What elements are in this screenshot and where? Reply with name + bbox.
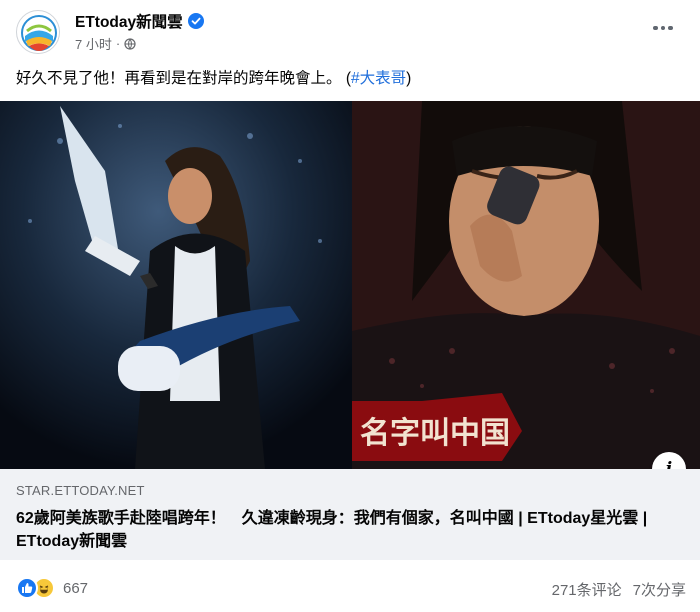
link-domain: STAR.ETTODAY.NET: [16, 483, 145, 498]
more-options-icon[interactable]: [645, 14, 681, 42]
meta-separator: ·: [115, 36, 121, 51]
link-title[interactable]: 62歲阿美族歌手赴陸唱跨年！ 久違凍齡現身：我們有個家，名叫中國 | ETtod…: [16, 507, 688, 553]
page-name-row: ETtoday新聞雲: [75, 10, 204, 32]
reactions-summary[interactable]: 667: [16, 577, 88, 599]
post-header: ETtoday新聞雲 7 小时 ·: [0, 0, 700, 62]
ettoday-logo: [19, 13, 59, 53]
caption-text: 好久不見了他！再看到是在對岸的跨年晚會上。: [16, 70, 346, 87]
caption-paren-close: ): [406, 70, 412, 87]
hashtag-link[interactable]: #大表哥: [351, 70, 406, 87]
post-footer: 667 271条评论 7次分享: [0, 570, 700, 610]
concert-photo: [0, 101, 352, 469]
comments-count[interactable]: 271条评论: [552, 579, 622, 600]
like-reaction-icon: [16, 577, 38, 599]
globe-icon[interactable]: [124, 37, 136, 50]
post-timestamp[interactable]: 7 小时: [75, 34, 112, 53]
singer-photo: 名字叫中国: [352, 101, 700, 469]
shares-count[interactable]: 7次分享: [633, 579, 686, 600]
post-caption: 好久不見了他！再看到是在對岸的跨年晚會上。 (#大表哥): [16, 66, 411, 88]
reaction-count: 667: [63, 579, 89, 597]
link-preview[interactable]: STAR.ETTODAY.NET 62歲阿美族歌手赴陸唱跨年！ 久違凍齡現身：我…: [0, 469, 700, 560]
post-meta: 7 小时 ·: [75, 34, 136, 53]
post-stats: 271条评论 7次分享: [552, 579, 686, 600]
page-name[interactable]: ETtoday新聞雲: [75, 10, 183, 32]
image-overlay-text: 名字叫中国: [360, 416, 510, 451]
verified-badge-icon: [187, 13, 204, 29]
post-image[interactable]: 名字叫中国: [0, 101, 700, 469]
page-avatar[interactable]: [16, 10, 60, 54]
